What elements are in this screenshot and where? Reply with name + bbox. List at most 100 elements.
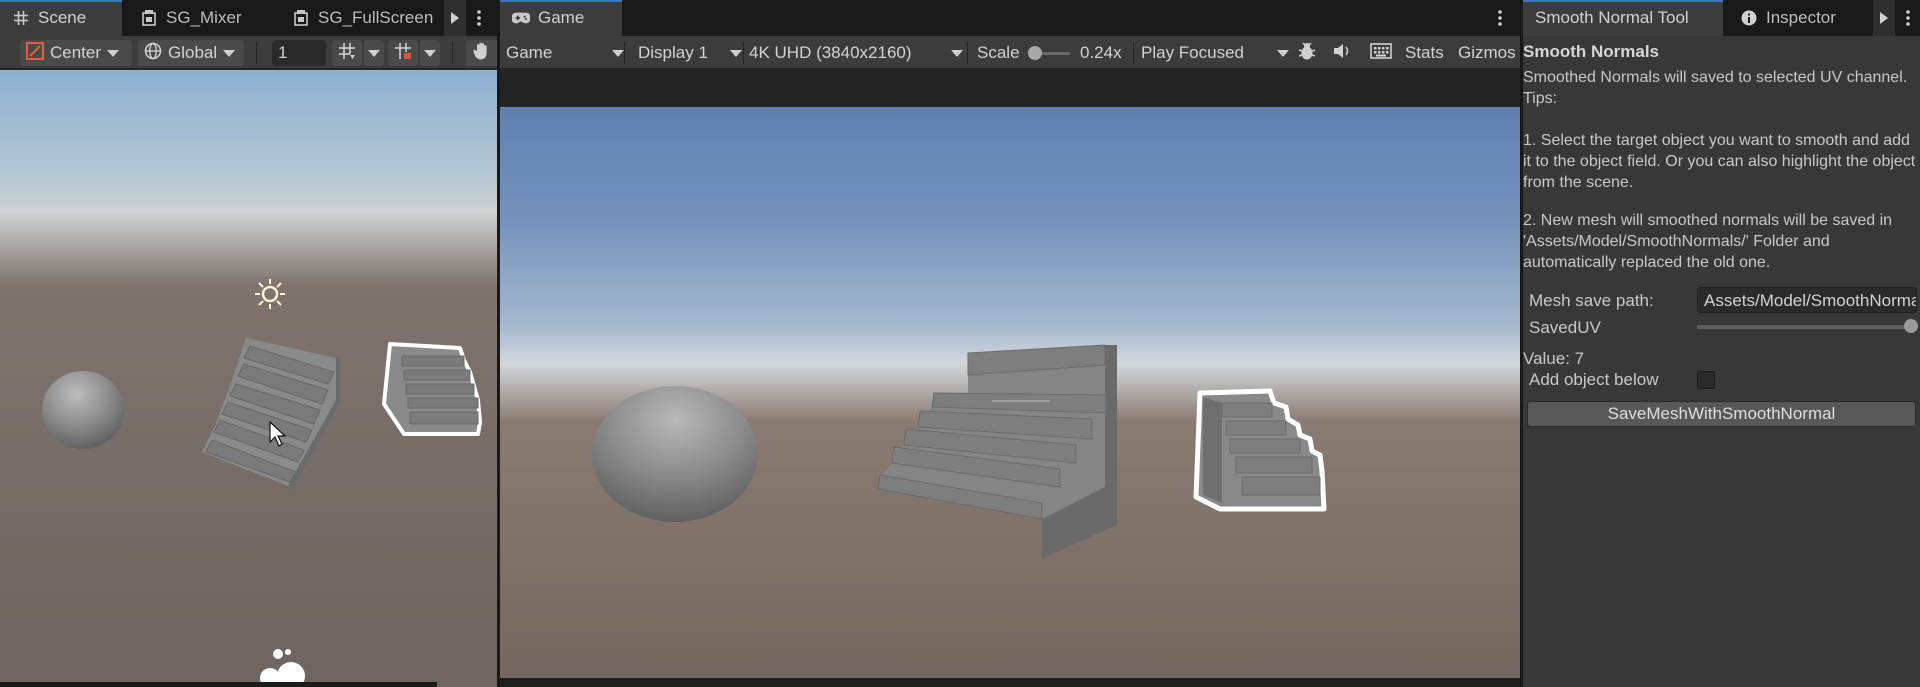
add-object-checkbox[interactable] — [1697, 371, 1715, 389]
tab-overflow-arrow[interactable] — [444, 0, 466, 36]
increment-snap-dropdown[interactable] — [420, 40, 440, 66]
game-panel: Game Game Display 1 4K UHD (3840x2160) S… — [500, 0, 1520, 687]
kebab-menu-icon[interactable] — [1489, 0, 1511, 36]
game-mode-label: Game — [506, 43, 553, 62]
game-view-letterbox — [500, 70, 1520, 107]
mute-audio-button[interactable] — [1332, 40, 1354, 66]
grid-snap-dropdown[interactable] — [364, 40, 384, 66]
game-view-canvas — [592, 344, 1327, 559]
tab-game-label: Game — [538, 8, 585, 27]
mesh-save-path-input[interactable]: Assets/Model/SmoothNormals/ — [1697, 287, 1917, 313]
bug-button[interactable] — [1297, 40, 1321, 66]
space-mode-label: Global — [168, 43, 218, 62]
grid-snap-button[interactable] — [332, 40, 362, 66]
grid-size-input[interactable]: 1 — [272, 40, 326, 66]
scale-label: Scale — [977, 43, 1020, 62]
scene-scrollbar[interactable] — [0, 682, 437, 687]
resolution-label: 4K UHD (3840x2160) — [749, 43, 912, 62]
chevron-down-icon — [612, 49, 624, 57]
increment-snap-icon — [394, 42, 412, 65]
hand-tool-button[interactable] — [466, 40, 497, 66]
chevron-down-icon — [730, 49, 742, 57]
tool-description: Smoothed Normals will saved to selected … — [1523, 69, 1908, 107]
tab-sg-fullscreen[interactable]: SG_FullScreen — [280, 0, 450, 36]
chevron-down-icon — [1277, 49, 1289, 57]
toolbar-divider — [1133, 42, 1134, 64]
grid-icon — [12, 9, 30, 27]
shader-graph-icon — [140, 9, 158, 27]
stairs-object[interactable] — [202, 338, 340, 490]
selected-stairs-object[interactable] — [1193, 388, 1327, 512]
display-dropdown[interactable]: Display 1 — [638, 40, 742, 66]
sphere-object[interactable] — [592, 386, 758, 522]
grid-size-value: 1 — [278, 43, 288, 62]
grid-snap-icon — [338, 42, 356, 65]
scene-viewport[interactable] — [0, 70, 497, 687]
scene-toolbar: Center Global 1 — [0, 36, 497, 69]
saved-uv-slider[interactable] — [1697, 325, 1909, 329]
tab-sg-fullscreen-label: SG_FullScreen — [318, 8, 434, 27]
tab-overflow-arrow[interactable] — [1873, 0, 1895, 36]
scale-slider-thumb[interactable] — [1028, 46, 1042, 60]
sphere-object[interactable] — [42, 371, 124, 449]
pivot-center-icon — [26, 41, 44, 65]
hand-icon — [472, 41, 492, 66]
saved-uv-label: SavedUV — [1529, 318, 1601, 337]
camera-gizmo-icon[interactable] — [260, 649, 305, 687]
tab-sg-mixer[interactable]: SG_Mixer — [128, 0, 278, 36]
stairs-object[interactable] — [877, 344, 1117, 559]
toolbar-divider — [967, 42, 968, 64]
add-object-label: Add object below — [1529, 370, 1659, 389]
resolution-dropdown[interactable]: 4K UHD (3840x2160) — [749, 40, 964, 66]
scale-value: 0.24x — [1080, 43, 1122, 62]
kebab-menu-icon[interactable] — [468, 0, 490, 36]
scene-panel: Scene SG_Mixer SG_FullScreen Center Glob… — [0, 0, 497, 687]
game-mode-dropdown[interactable]: Game — [506, 40, 626, 66]
save-mesh-button[interactable]: SaveMeshWithSmoothNormal — [1527, 401, 1916, 427]
play-mode-dropdown[interactable]: Play Focused — [1141, 40, 1291, 66]
stats-button[interactable]: Stats — [1405, 40, 1444, 66]
tool-panel: Smooth Normal Tool Inspector Smooth Norm… — [1523, 0, 1920, 687]
keyboard-shortcuts-button[interactable] — [1370, 40, 1394, 66]
display-label: Display 1 — [638, 43, 708, 62]
tab-scene[interactable]: Scene — [0, 0, 122, 36]
gizmos-button[interactable]: Gizmos — [1458, 40, 1518, 66]
tool-tip-2: 2. New mesh will smoothed normals will b… — [1523, 212, 1893, 271]
increment-snap-button[interactable] — [388, 40, 418, 66]
chevron-down-icon — [424, 49, 436, 57]
scene-tabbar: Scene SG_Mixer SG_FullScreen — [0, 0, 497, 36]
game-viewport[interactable] — [500, 107, 1520, 678]
gamepad-icon — [512, 9, 530, 27]
tab-scene-label: Scene — [38, 8, 87, 27]
info-icon — [1740, 9, 1758, 27]
play-mode-label: Play Focused — [1141, 43, 1244, 62]
game-view-footer — [500, 678, 1520, 687]
tab-inspector-label: Inspector — [1766, 8, 1836, 27]
mesh-save-path-label: Mesh save path: — [1529, 291, 1654, 310]
selected-stairs-object[interactable] — [382, 342, 482, 436]
tab-inspector[interactable]: Inspector — [1728, 0, 1878, 36]
tool-tip-1: 1. Select the target object you want to … — [1523, 132, 1916, 191]
chevron-down-icon — [223, 49, 236, 57]
space-mode-dropdown[interactable]: Global — [138, 40, 244, 66]
gizmos-label: Gizmos — [1458, 43, 1516, 62]
shader-graph-icon — [292, 9, 310, 27]
sun-icon[interactable] — [255, 279, 285, 309]
game-toolbar: Game Display 1 4K UHD (3840x2160) Scale … — [500, 36, 1520, 69]
bug-icon — [1297, 41, 1317, 66]
chevron-down-icon — [107, 49, 120, 57]
kebab-menu-icon[interactable] — [1897, 0, 1919, 36]
pivot-mode-dropdown[interactable]: Center — [20, 40, 132, 66]
tab-game[interactable]: Game — [500, 0, 622, 36]
chevron-down-icon — [368, 49, 380, 57]
pivot-mode-label: Center — [50, 43, 102, 62]
tab-smooth-normal-tool[interactable]: Smooth Normal Tool — [1523, 0, 1723, 36]
saved-uv-value: Value: 7 — [1523, 349, 1585, 368]
chevron-down-icon — [951, 49, 963, 57]
tab-smooth-normal-tool-label: Smooth Normal Tool — [1535, 8, 1689, 27]
saved-uv-slider-thumb[interactable] — [1904, 319, 1918, 333]
tool-tabbar: Smooth Normal Tool Inspector — [1523, 0, 1920, 36]
globe-icon — [144, 42, 162, 65]
game-tabbar: Game — [500, 0, 1520, 36]
scene-view-canvas — [0, 279, 482, 687]
